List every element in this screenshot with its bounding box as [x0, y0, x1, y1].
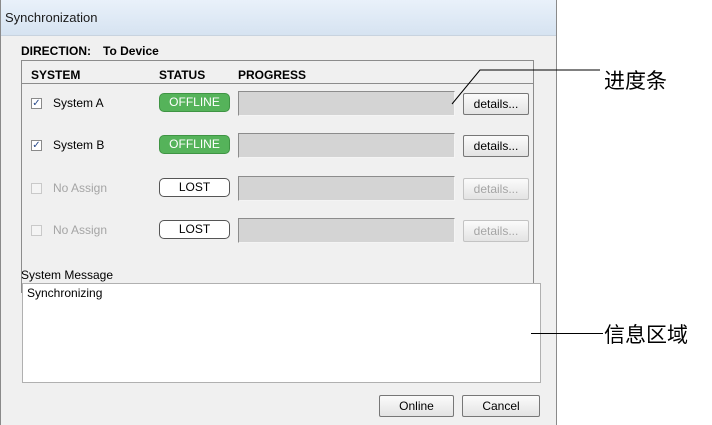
system-checkbox[interactable]: ✓	[31, 98, 42, 109]
status-badge: OFFLINE	[159, 135, 230, 154]
system-row: ✓ System B OFFLINE details...	[22, 132, 533, 162]
info-area-callout: 信息区域	[604, 323, 688, 347]
system-checkbox[interactable]: ✓	[31, 140, 42, 151]
column-header-progress: PROGRESS	[238, 68, 307, 82]
system-checkbox	[31, 183, 42, 194]
progress-bar	[238, 218, 455, 243]
details-button[interactable]: details...	[463, 135, 529, 157]
system-name: System B	[53, 138, 105, 152]
progress-bar	[238, 176, 455, 201]
sync-dialog: Synchronization DIRECTION: To Device SYST…	[0, 0, 557, 425]
direction-label: DIRECTION:	[21, 44, 91, 58]
info-callout-line	[531, 333, 603, 334]
progress-callout-line	[451, 69, 600, 105]
status-badge: LOST	[159, 178, 230, 197]
status-badge: OFFLINE	[159, 93, 230, 112]
progress-bar-callout: 进度条	[604, 69, 667, 93]
cancel-button[interactable]: Cancel	[462, 395, 540, 417]
window-title: Synchronization	[5, 10, 98, 25]
direction-info: DIRECTION: To Device	[21, 44, 159, 58]
column-header-status: STATUS	[159, 68, 206, 82]
details-button: details...	[463, 220, 529, 242]
system-name: No Assign	[53, 181, 108, 195]
column-header-system: SYSTEM	[31, 68, 81, 82]
direction-value: To Device	[103, 44, 159, 58]
system-row: No Assign LOST details...	[22, 217, 533, 247]
system-checkbox	[31, 225, 42, 236]
system-message-label: System Message	[21, 268, 114, 282]
progress-bar	[238, 133, 455, 158]
system-message-area[interactable]: Synchronizing	[22, 283, 541, 383]
progress-bar	[238, 91, 455, 116]
system-name: No Assign	[53, 223, 108, 237]
system-row: No Assign LOST details...	[22, 175, 533, 205]
online-button[interactable]: Online	[379, 395, 454, 417]
title-bar[interactable]: Synchronization	[1, 0, 556, 36]
status-badge: LOST	[159, 220, 230, 239]
details-button: details...	[463, 178, 529, 200]
system-name: System A	[53, 96, 104, 110]
